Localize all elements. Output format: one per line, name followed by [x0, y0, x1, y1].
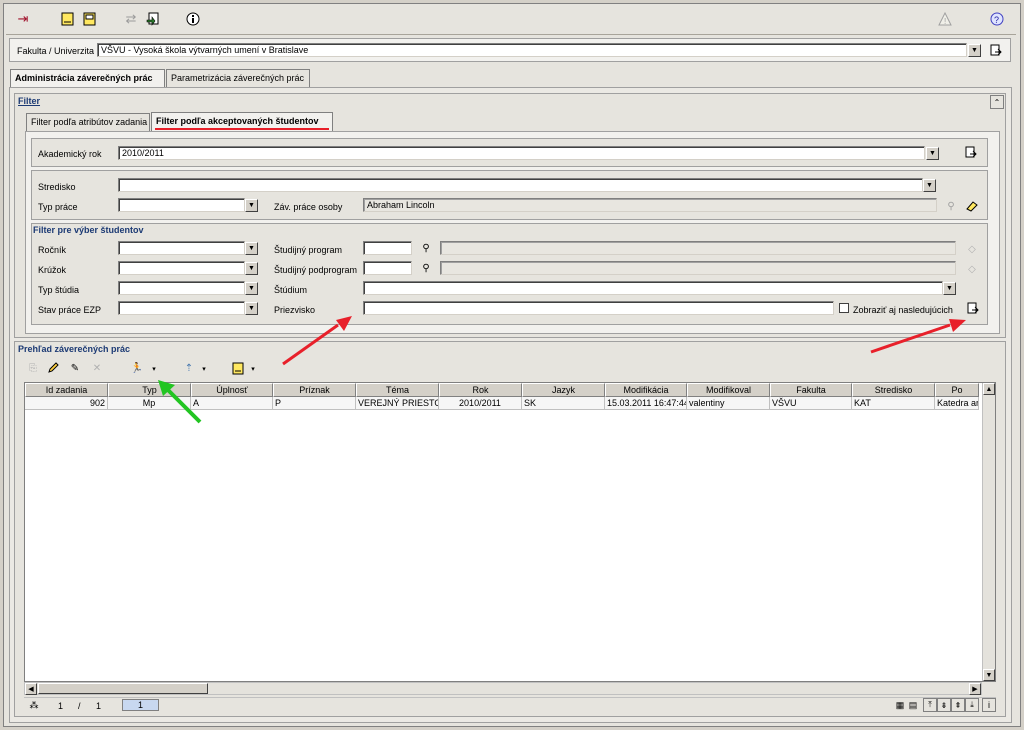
red-arrow-right — [870, 319, 966, 354]
green-arrow — [158, 380, 202, 424]
annotation-arrows — [158, 316, 966, 424]
red-arrow-left — [282, 316, 352, 366]
